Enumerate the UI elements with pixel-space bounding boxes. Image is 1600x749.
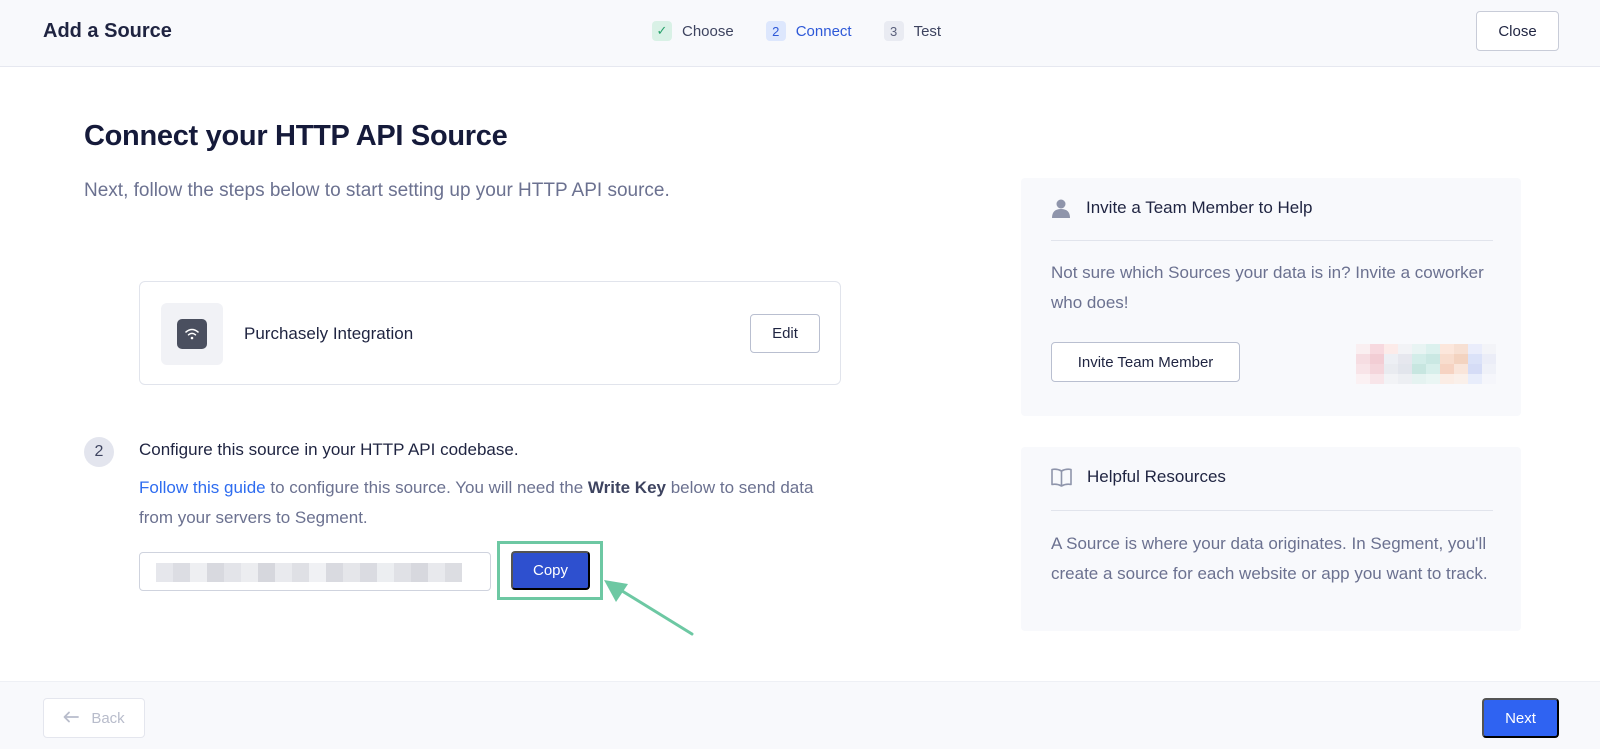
integration-card: Purchasely Integration Edit bbox=[139, 281, 841, 385]
configure-heading: Configure this source in your HTTP API c… bbox=[139, 440, 519, 459]
invite-team-member-button[interactable]: Invite Team Member bbox=[1051, 342, 1240, 382]
step-label: Connect bbox=[795, 22, 852, 40]
page-subtitle: Next, follow the steps below to start se… bbox=[84, 180, 670, 201]
close-button[interactable]: Close bbox=[1476, 11, 1559, 51]
write-key-emphasis: Write Key bbox=[587, 478, 666, 497]
person-icon bbox=[1051, 198, 1071, 218]
divider bbox=[1051, 240, 1493, 241]
invite-panel: Invite a Team Member to Help Not sure wh… bbox=[1021, 178, 1521, 416]
page-header-title: Add a Source bbox=[43, 20, 172, 42]
integration-logo bbox=[161, 303, 223, 365]
book-icon bbox=[1051, 467, 1072, 487]
check-icon: ✓ bbox=[652, 21, 672, 41]
invite-panel-title: Invite a Team Member to Help bbox=[1086, 198, 1313, 217]
arrow-left-icon bbox=[63, 710, 80, 727]
pointer-arrow-icon bbox=[604, 580, 694, 636]
step-test[interactable]: 3 Test bbox=[883, 21, 942, 41]
resources-panel-title: Helpful Resources bbox=[1087, 467, 1226, 486]
back-button[interactable]: Back bbox=[43, 698, 145, 738]
follow-guide-link[interactable]: Follow this guide bbox=[139, 478, 266, 497]
divider bbox=[1051, 510, 1493, 511]
step-label: Choose bbox=[682, 22, 734, 40]
step-number: 3 bbox=[883, 21, 904, 41]
step-number-badge: 2 bbox=[84, 437, 114, 467]
next-button[interactable]: Next bbox=[1482, 698, 1559, 738]
integration-name: Purchasely Integration bbox=[244, 324, 414, 343]
write-key-field[interactable] bbox=[139, 552, 491, 591]
resources-panel-text: A Source is where your data originates. … bbox=[1051, 534, 1488, 583]
back-button-label: Back bbox=[91, 709, 125, 727]
copy-button[interactable]: Copy bbox=[511, 551, 590, 590]
top-header: Add a Source ✓ Choose 2 Connect 3 Test C… bbox=[0, 0, 1600, 67]
configure-description: Follow this guide to configure this sour… bbox=[139, 473, 839, 533]
page-title: Connect your HTTP API Source bbox=[84, 120, 508, 152]
step-number: 2 bbox=[765, 21, 786, 41]
bottom-footer: Back Next bbox=[0, 681, 1600, 749]
wifi-signal-icon bbox=[177, 319, 207, 349]
edit-button[interactable]: Edit bbox=[750, 314, 820, 353]
step-choose[interactable]: ✓ Choose bbox=[652, 21, 734, 41]
redacted-write-key bbox=[156, 563, 462, 582]
progress-steps: ✓ Choose 2 Connect 3 Test bbox=[652, 21, 973, 41]
description-text: to configure this source. You will need … bbox=[265, 478, 588, 497]
step-label: Test bbox=[913, 22, 942, 40]
step-connect[interactable]: 2 Connect bbox=[765, 21, 852, 41]
invite-panel-header: Invite a Team Member to Help bbox=[1051, 198, 1312, 218]
resources-panel-header: Helpful Resources bbox=[1051, 467, 1226, 487]
resources-panel: Helpful Resources A Source is where your… bbox=[1021, 447, 1521, 631]
team-avatars bbox=[1356, 344, 1496, 384]
invite-panel-text: Not sure which Sources your data is in? … bbox=[1051, 263, 1484, 312]
